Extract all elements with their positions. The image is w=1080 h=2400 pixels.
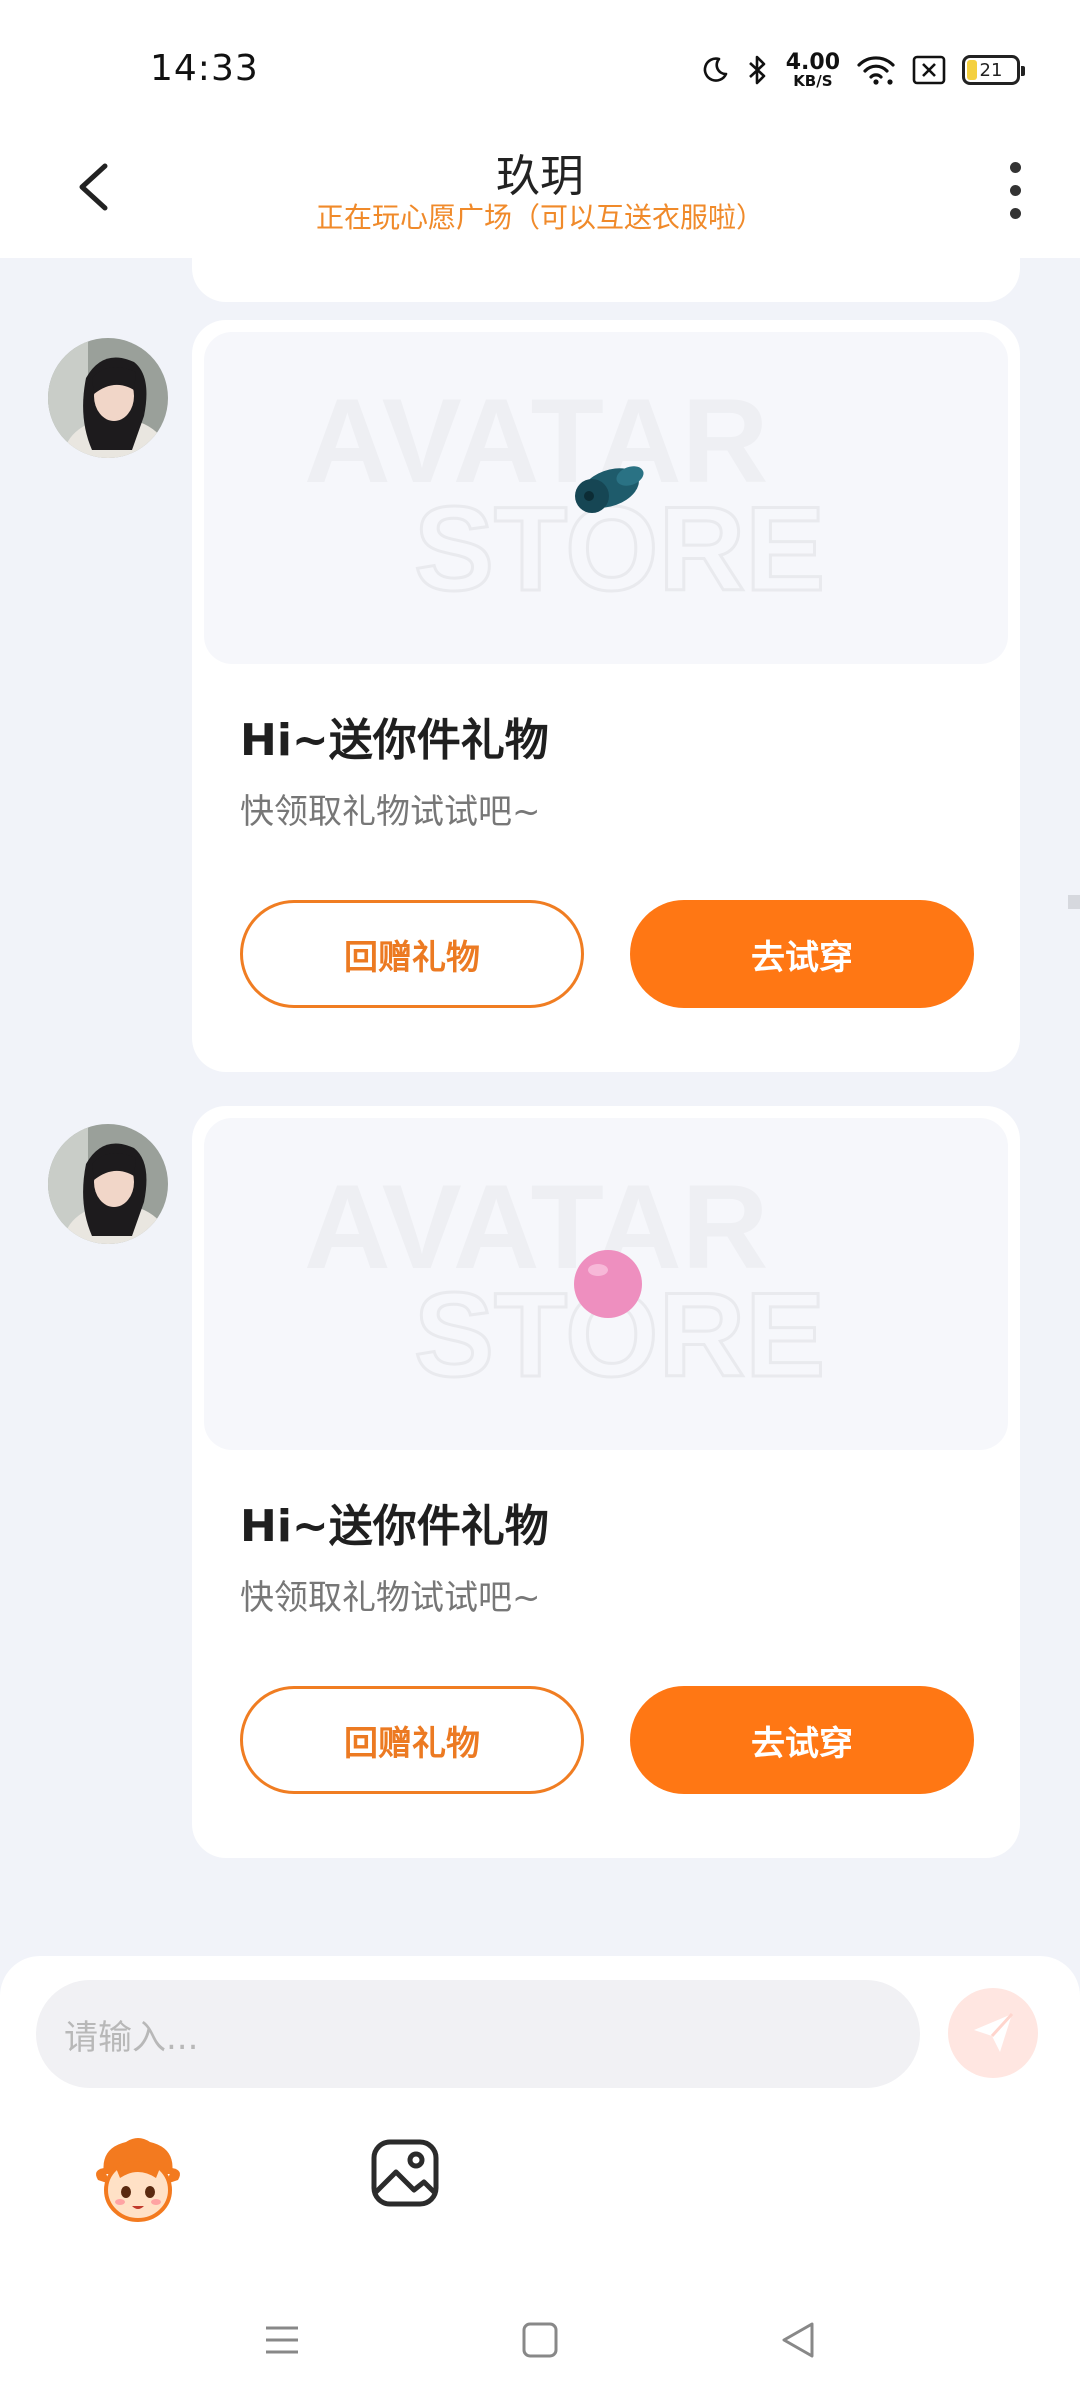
wifi-icon: [857, 56, 895, 85]
send-button[interactable]: [948, 1988, 1038, 2078]
status-icons: 4.00 KB/S 21: [700, 48, 1025, 92]
contact-avatar[interactable]: [48, 338, 168, 458]
more-options-icon[interactable]: [990, 150, 1040, 230]
previous-message-card: [192, 258, 1020, 302]
gift-message-title: Hi~送你件礼物: [240, 715, 549, 766]
gift-message-card[interactable]: AVATAR STORE Hi~送你件礼物 快领取礼物试试吧~ 回赠礼物 去试穿: [192, 1106, 1020, 1858]
scroll-indicator: [1068, 895, 1080, 909]
image-picker-icon[interactable]: [370, 2138, 440, 2208]
battery-level: 21: [979, 59, 1003, 81]
gift-message-subtitle: 快领取礼物试试吧~: [240, 1578, 541, 1618]
chat-status-subtitle: 正在玩心愿广场（可以互送衣服啦）: [315, 201, 764, 234]
back-triangle-icon[interactable]: [778, 2320, 818, 2360]
net-speed-value: 4.00: [785, 49, 840, 75]
contact-avatar[interactable]: [48, 1124, 168, 1244]
try-on-button[interactable]: 去试穿: [630, 1686, 974, 1794]
net-speed-unit: KB/S: [793, 71, 833, 90]
gift-preview: AVATAR STORE: [204, 332, 1008, 664]
system-nav-bar: [0, 2290, 1080, 2400]
home-square-icon[interactable]: [520, 2320, 560, 2360]
message-input[interactable]: 请输入...: [36, 1980, 920, 2088]
gift-message-card[interactable]: AVATAR STORE Hi~送你件礼物 快领取礼物试试吧~ 回赠礼物 去试穿: [192, 320, 1020, 1072]
pacifier-gift-icon: [575, 466, 644, 513]
mascot-emoji-icon[interactable]: [90, 2134, 186, 2230]
moon-icon: [703, 57, 728, 82]
chat-title: 玖玥: [496, 151, 584, 202]
gift-message-subtitle: 快领取礼物试试吧~: [240, 792, 541, 832]
return-gift-button[interactable]: 回赠礼物: [240, 900, 584, 1008]
chat-messages[interactable]: AVATAR STORE Hi~送你件礼物 快领取礼物试试吧~ 回赠礼物 去试穿: [0, 258, 1080, 1958]
bluetooth-icon: [748, 55, 766, 85]
try-on-button[interactable]: 去试穿: [630, 900, 974, 1008]
status-time: 14:33: [150, 48, 259, 89]
recents-menu-icon[interactable]: [262, 2320, 302, 2360]
return-gift-button[interactable]: 回赠礼物: [240, 1686, 584, 1794]
net-speed: 4.00 KB/S: [785, 49, 840, 90]
status-bar: 14:33 4.00 KB/S 21: [0, 0, 1080, 130]
chat-header: 玖玥 正在玩心愿广场（可以互送衣服啦）: [0, 130, 1080, 258]
gift-message-title: Hi~送你件礼物: [240, 1501, 549, 1552]
gift-preview: AVATAR STORE: [204, 1118, 1008, 1450]
send-icon: [974, 2012, 1014, 2052]
pink-ball-gift-icon: [574, 1250, 642, 1318]
battery-icon: 21: [962, 55, 1025, 85]
sim-off-icon: [912, 55, 946, 85]
